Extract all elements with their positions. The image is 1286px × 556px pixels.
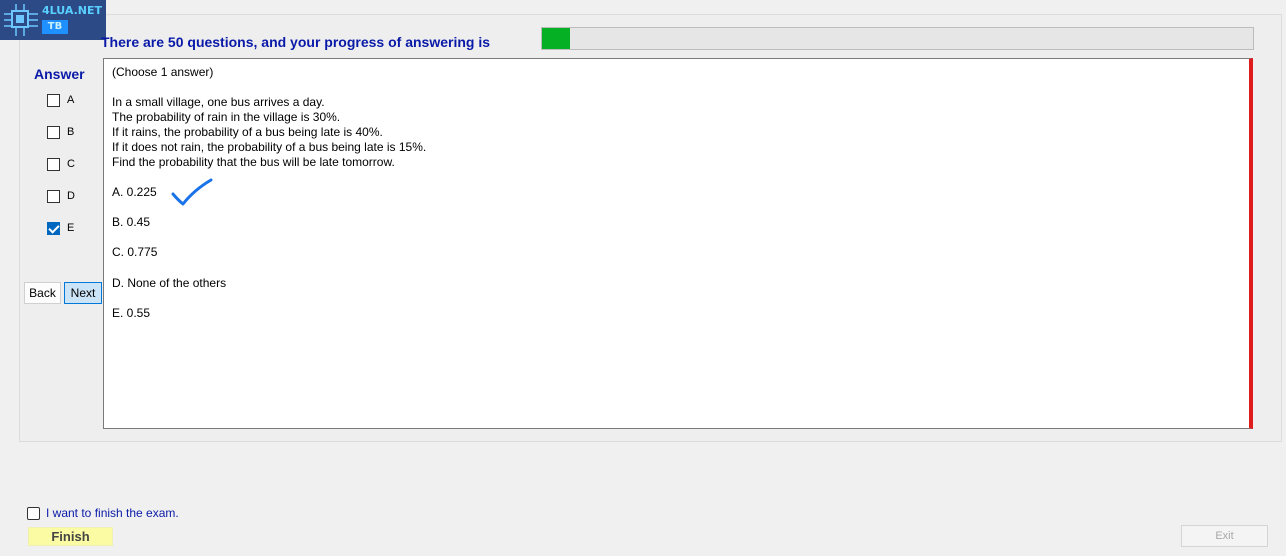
exit-button[interactable]: Exit <box>1181 525 1268 547</box>
option-d[interactable]: D <box>47 189 75 203</box>
choice-b: B. 0.45 <box>112 215 151 229</box>
logo: 4LUA.NET TB <box>0 0 106 40</box>
question-stem-line: Find the probability that the bus will b… <box>112 155 395 169</box>
choice-d: D. None of the others <box>112 276 227 290</box>
option-e-label: E <box>67 222 75 234</box>
option-a-label: A <box>67 94 75 106</box>
next-button[interactable]: Next <box>64 282 102 304</box>
option-c-label: C <box>67 158 75 170</box>
option-e[interactable]: E <box>47 221 74 235</box>
choice-a: A. 0.225 <box>112 185 157 199</box>
question-stem-line: In a small village, one bus arrives a da… <box>112 95 325 109</box>
question-stem-line: If it rains, the probability of a bus be… <box>112 125 383 139</box>
choice-e: E. 0.55 <box>112 306 151 320</box>
finish-button[interactable]: Finish <box>28 527 113 546</box>
back-button[interactable]: Back <box>24 282 61 304</box>
progress-fill <box>542 28 571 49</box>
checkmark-annotation-icon <box>171 178 213 206</box>
logo-badge: TB <box>42 20 68 34</box>
checkbox-d[interactable] <box>47 189 60 203</box>
question-stem-line: If it does not rain, the probability of … <box>112 140 427 154</box>
finish-confirm-row[interactable]: I want to finish the exam. <box>27 506 179 520</box>
finish-confirm-checkbox[interactable] <box>27 506 40 520</box>
option-d-label: D <box>67 190 75 202</box>
checkbox-b[interactable] <box>47 125 60 139</box>
option-a[interactable]: A <box>47 93 74 107</box>
checkbox-c[interactable] <box>47 157 60 171</box>
logo-text: 4LUA.NET <box>42 4 102 17</box>
question-box[interactable]: (Choose 1 answer) In a small village, on… <box>103 58 1253 429</box>
question-instruction: (Choose 1 answer) <box>112 65 214 79</box>
question-stem-line: The probability of rain in the village i… <box>112 110 341 124</box>
choice-c: C. 0.775 <box>112 245 158 259</box>
answer-title: Answer <box>34 66 85 82</box>
option-c[interactable]: C <box>47 157 75 171</box>
option-b[interactable]: B <box>47 125 74 139</box>
progress-label: There are 50 questions, and your progres… <box>101 34 490 50</box>
finish-confirm-label: I want to finish the exam. <box>46 506 179 520</box>
progress-bar <box>541 27 1254 50</box>
chip-icon <box>4 4 38 36</box>
option-b-label: B <box>67 126 75 138</box>
checkbox-e[interactable] <box>47 221 60 235</box>
checkbox-a[interactable] <box>47 93 60 107</box>
